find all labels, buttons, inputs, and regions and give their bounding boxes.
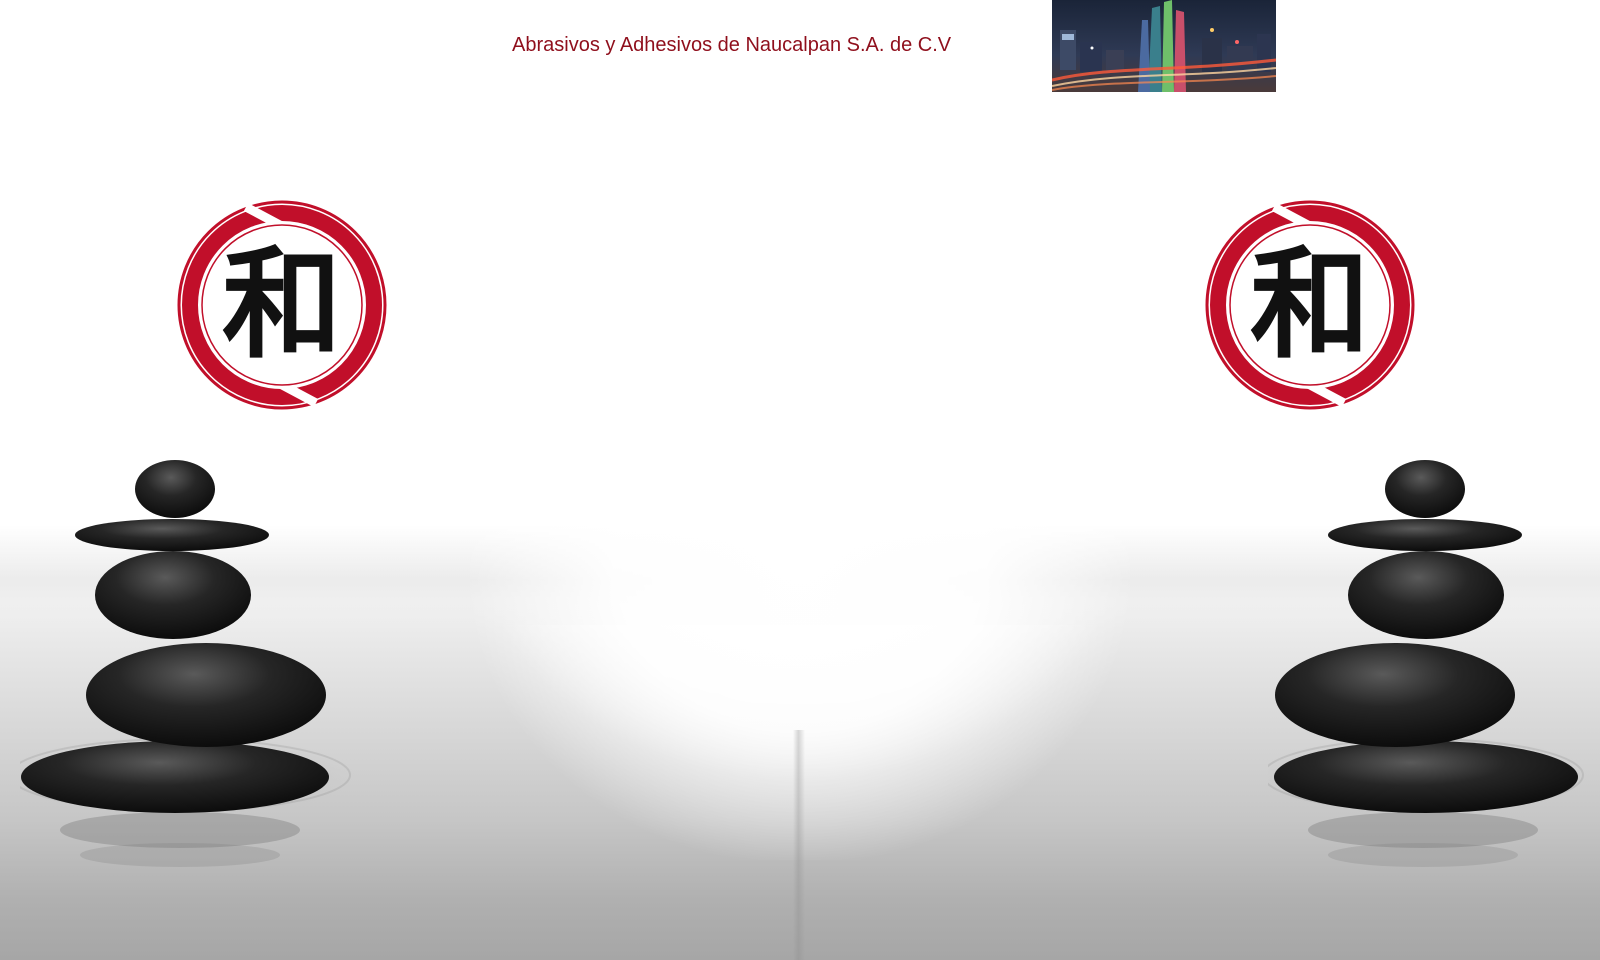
city-night-photo (1052, 0, 1276, 92)
stone-cairn-image (1268, 460, 1588, 867)
kanji-glyph: 和 (222, 234, 342, 375)
kanji-glyph: 和 (1250, 234, 1370, 375)
city-night-photo-art (1052, 0, 1276, 92)
kanji-logo-icon: 和 (1204, 199, 1416, 411)
company-name-heading: Abrasivos y Adhesivos de Naucalpan S.A. … (512, 34, 952, 56)
kanji-logo-icon: 和 (176, 199, 388, 411)
stone-cairn-image (20, 460, 355, 867)
center-seam (793, 730, 805, 960)
